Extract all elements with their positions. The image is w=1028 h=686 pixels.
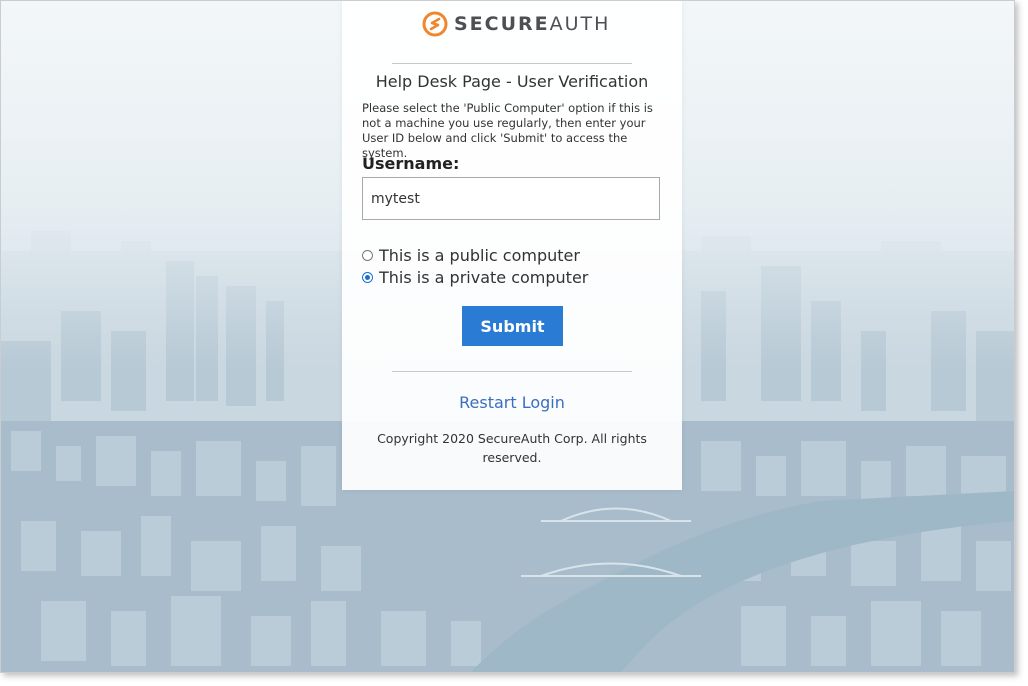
login-card: SECUREAUTH Help Desk Page - User Verific…: [342, 1, 682, 490]
logo-wordmark: SECUREAUTH: [454, 13, 610, 35]
radio-public-button[interactable]: [362, 250, 373, 261]
radio-private-button[interactable]: [362, 272, 373, 283]
top-divider: [392, 63, 632, 64]
username-label: Username:: [362, 154, 460, 173]
logo-wordmark-bold: SECURE: [454, 13, 550, 35]
radio-private-computer[interactable]: This is a private computer: [362, 268, 588, 287]
bottom-divider: [392, 371, 632, 372]
copyright-text: Copyright 2020 SecureAuth Corp. All righ…: [377, 431, 647, 465]
radio-public-computer[interactable]: This is a public computer: [362, 246, 580, 265]
browser-viewport: SECUREAUTH Help Desk Page - User Verific…: [0, 0, 1015, 673]
radio-private-label[interactable]: This is a private computer: [379, 268, 588, 287]
restart-login-link[interactable]: Restart Login: [342, 393, 682, 412]
username-input[interactable]: mytest: [362, 177, 660, 220]
instructions-text: Please select the 'Public Computer' opti…: [362, 101, 653, 160]
secureauth-logo: SECUREAUTH: [422, 11, 610, 37]
secureauth-logo-icon: [422, 11, 448, 37]
logo-wordmark-light: AUTH: [549, 13, 611, 35]
page-title: Help Desk Page - User Verification: [375, 72, 649, 91]
submit-button[interactable]: Submit: [462, 306, 563, 346]
radio-public-label[interactable]: This is a public computer: [379, 246, 580, 265]
